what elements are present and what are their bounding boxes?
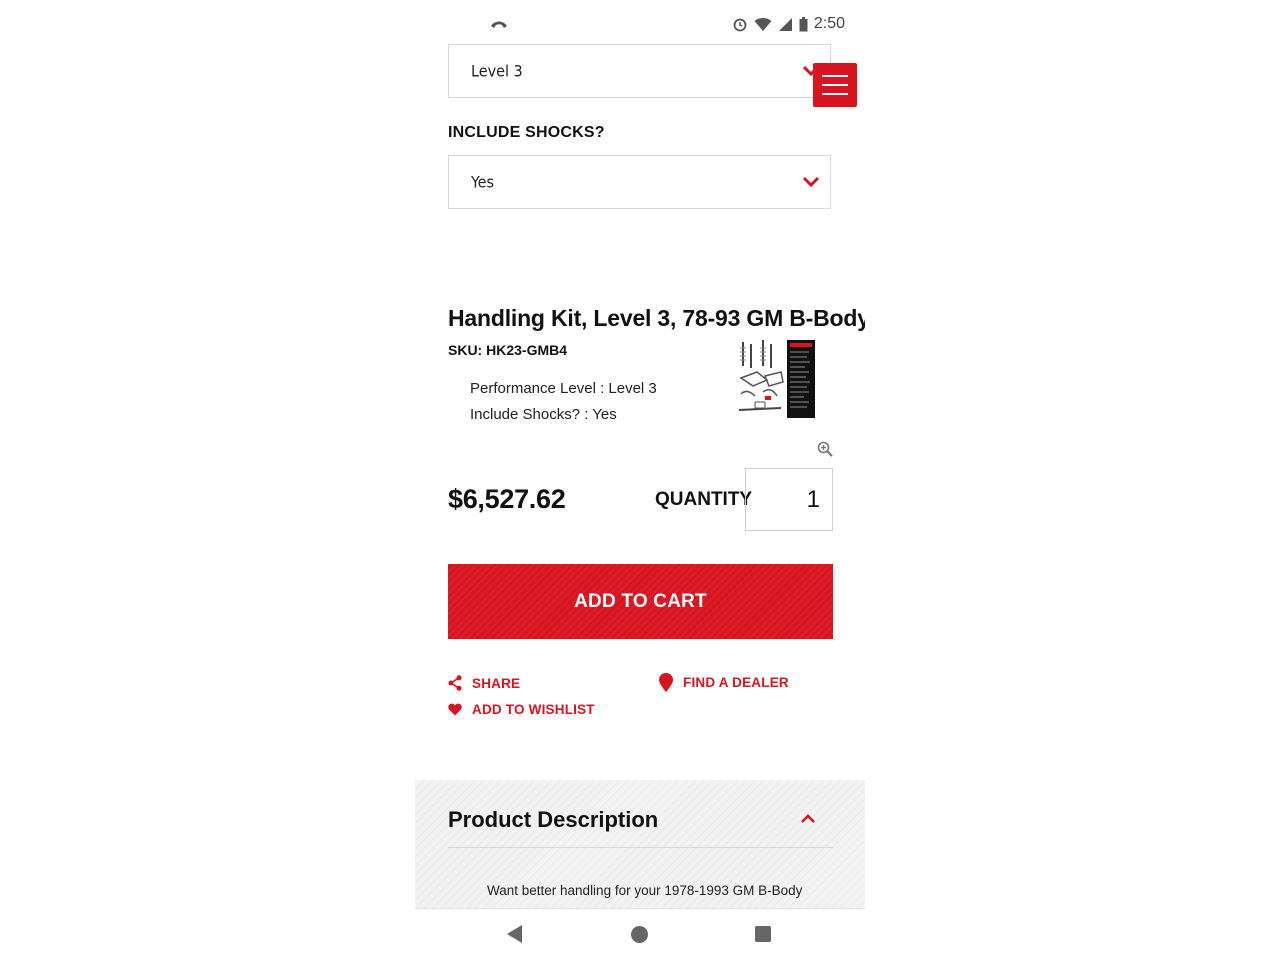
home-icon[interactable] [631, 926, 648, 943]
include-shocks-value: Yes [471, 172, 495, 192]
navigation-bar [415, 908, 865, 960]
back-icon[interactable] [507, 925, 523, 943]
option-include-shocks: Include Shocks? : Yes [470, 406, 617, 423]
share-link[interactable]: SHARE [448, 675, 520, 691]
performance-level-value: Level 3 [471, 61, 523, 81]
chevron-up-icon[interactable] [800, 813, 816, 824]
wishlist-label: ADD TO WISHLIST [472, 702, 595, 717]
status-icons: 2:50 [732, 15, 845, 33]
product-description-title[interactable]: Product Description [448, 807, 658, 833]
location-pin-icon [659, 673, 673, 692]
share-label: SHARE [472, 675, 521, 691]
status-bar: 2:50 [415, 0, 865, 50]
divider [448, 847, 833, 848]
product-title: Handling Kit, Level 3, 78-93 GM B-Body [448, 305, 865, 331]
zoom-in-icon[interactable] [817, 441, 833, 457]
quantity-label: QUANTITY [655, 489, 753, 510]
performance-level-select[interactable]: Level 3 [448, 44, 831, 98]
product-sku: SKU: HK23-GMB4 [448, 342, 568, 358]
status-time: 2:50 [813, 15, 845, 32]
call-icon [491, 21, 507, 28]
include-shocks-select[interactable]: Yes [448, 155, 831, 209]
add-to-cart-button[interactable]: ADD TO CART [448, 564, 833, 639]
find-dealer-label: FIND A DEALER [683, 675, 789, 690]
product-description-panel: Product Description Want better handling… [415, 780, 865, 910]
include-shocks-label: INCLUDE SHOCKS? [448, 124, 605, 141]
product-thumbnail[interactable] [737, 338, 817, 420]
chevron-down-icon [802, 176, 820, 188]
menu-button[interactable] [813, 63, 857, 107]
phone-screen: 2:50 Level 3 INCLUDE SHOCKS? Yes Handlin… [415, 0, 865, 960]
product-description-text: Want better handling for your 1978-1993 … [487, 883, 803, 898]
quantity-input[interactable]: 1 [745, 468, 833, 531]
signal-icon [778, 17, 792, 31]
menu-icon [822, 75, 848, 77]
battery-icon [799, 16, 808, 31]
heart-icon [448, 703, 462, 716]
alarm-icon [733, 18, 747, 32]
recents-icon[interactable] [755, 926, 771, 942]
product-price: $6,527.62 [448, 484, 566, 514]
option-performance-level: Performance Level : Level 3 [470, 380, 657, 397]
find-dealer-link[interactable]: FIND A DEALER [659, 673, 789, 692]
share-icon [448, 675, 462, 691]
wishlist-link[interactable]: ADD TO WISHLIST [448, 702, 595, 717]
wifi-icon [754, 17, 772, 31]
